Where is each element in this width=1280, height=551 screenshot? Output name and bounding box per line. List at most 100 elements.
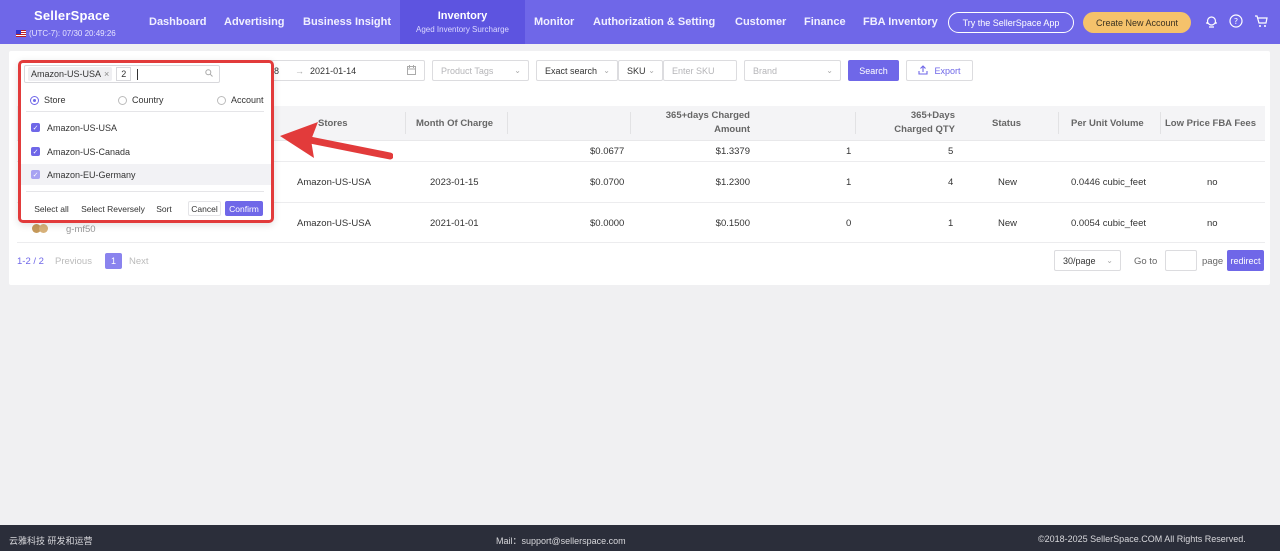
radio-dot [30, 95, 39, 105]
footer-mail[interactable]: Mail：support@sellerspace.com [496, 534, 626, 547]
summary-qty: 5 [948, 146, 954, 157]
sku-input[interactable]: Enter SKU [663, 60, 737, 81]
search-mode-select[interactable]: Exact search ⌄ [536, 60, 618, 81]
row2-amount: $0.1500 [715, 218, 750, 229]
product-tags-placeholder: Product Tags [441, 65, 494, 76]
row2-sku[interactable]: g-mf50 [66, 224, 96, 235]
store-option[interactable]: ✓ Amazon-US-USA [21, 117, 271, 138]
try-app-button[interactable]: Try the SellerSpace App [948, 12, 1074, 33]
date-end: 2021-01-14 [310, 65, 357, 76]
select-all-button[interactable]: Select all [29, 201, 74, 216]
nav-advertising[interactable]: Advertising [224, 0, 285, 44]
row1-rate: $0.0700 [590, 177, 625, 188]
nav-customer[interactable]: Customer [735, 0, 786, 44]
radio-store[interactable]: Store [30, 95, 66, 105]
checkbox-checked-icon[interactable]: ✓ [31, 170, 40, 179]
store-option-label: Amazon-US-Canada [47, 146, 131, 157]
summary-rate: $0.0677 [590, 146, 625, 157]
goto-label: Go to [1134, 256, 1158, 267]
nav-authorization-setting[interactable]: Authorization & Setting [593, 0, 715, 44]
store-option-label: Amazon-US-USA [47, 122, 118, 133]
header-separator [855, 112, 856, 134]
text-cursor [137, 68, 139, 80]
page-size-value: 30/page [1063, 255, 1096, 266]
pagination-next[interactable]: Next [129, 256, 149, 267]
nav-finance[interactable]: Finance [804, 0, 846, 44]
divider [26, 111, 264, 112]
timezone-display: (UTC-7): 07/30 20:49:26 [16, 29, 116, 38]
nav-inventory-sub: Aged Inventory Surcharge [416, 25, 509, 34]
header-separator [1160, 112, 1161, 134]
selected-store-tag: Amazon-US-USA × [28, 67, 113, 81]
row1-low-price: no [1207, 177, 1218, 188]
row1-amount: $1.2300 [715, 177, 750, 188]
radio-country[interactable]: Country [118, 95, 164, 105]
store-option[interactable]: ✓ Amazon-US-Canada [21, 141, 271, 162]
row2-volume: 0.0054 cubic_feet [1071, 218, 1147, 229]
checkbox-checked-icon[interactable]: ✓ [31, 147, 40, 156]
svg-text:?: ? [1234, 17, 1238, 26]
date-separator: → [295, 65, 305, 76]
nav-monitor[interactable]: Monitor [534, 0, 574, 44]
search-button[interactable]: Search [848, 60, 899, 81]
row2-rate: $0.0000 [590, 218, 625, 229]
pagination-page-1[interactable]: 1 [105, 253, 122, 269]
footer-copyright: ©2018-2025 SellerSpace.COM All Rights Re… [1038, 534, 1246, 544]
nav-dashboard[interactable]: Dashboard [149, 0, 206, 44]
radio-account[interactable]: Account [217, 95, 264, 105]
calendar-icon [407, 65, 416, 77]
nav-business-insight[interactable]: Business Insight [303, 0, 391, 44]
pagination-previous[interactable]: Previous [55, 256, 92, 267]
confirm-button[interactable]: Confirm [225, 201, 263, 216]
checkbox-checked-icon[interactable]: ✓ [31, 123, 40, 132]
cancel-button[interactable]: Cancel [188, 201, 221, 216]
row-divider [17, 242, 1265, 243]
support-icon[interactable] [1204, 14, 1218, 28]
nav-inventory[interactable]: Inventory Aged Inventory Surcharge [400, 0, 525, 44]
page-size-select[interactable]: 30/page ⌄ [1054, 250, 1121, 271]
sort-button[interactable]: Sort [152, 201, 176, 216]
select-reversely-button[interactable]: Select Reversely [78, 201, 148, 216]
sku-placeholder: Enter SKU [672, 65, 715, 76]
header-low-price-fba-fees[interactable]: Low Price FBA Fees [1165, 118, 1256, 129]
row1-status: New [998, 177, 1018, 188]
header-charged-amount-line2: Amount [714, 124, 750, 135]
radio-dot [217, 95, 226, 105]
brand-select[interactable]: Brand ⌄ [744, 60, 841, 81]
redirect-button[interactable]: redirect [1227, 250, 1264, 271]
create-account-button[interactable]: Create New Account [1083, 12, 1191, 33]
row1-count: 1 [846, 177, 852, 188]
brand-placeholder: Brand [753, 65, 778, 76]
row1-month: 2023-01-15 [430, 177, 479, 188]
product-tags-select[interactable]: Product Tags ⌄ [432, 60, 529, 81]
row1-store: Amazon-US-USA [297, 177, 371, 188]
header-status[interactable]: Status [992, 118, 1021, 129]
app-logo[interactable]: SellerSpace [34, 8, 110, 23]
pagination-range: 1-2 / 2 [17, 256, 44, 267]
chevron-down-icon: ⌄ [1106, 256, 1113, 265]
timezone-text: (UTC-7): 07/30 20:49:26 [29, 29, 116, 38]
extra-count-tag: 2 [116, 67, 132, 81]
help-icon[interactable]: ? [1229, 14, 1243, 28]
cart-icon[interactable] [1254, 14, 1268, 28]
search-field-select[interactable]: SKU ⌄ [618, 60, 663, 81]
chevron-down-icon: ⌄ [648, 66, 655, 75]
radio-dot [118, 95, 127, 105]
store-selector-dropdown: Amazon-US-USA × 2 Store Country Account … [18, 60, 274, 223]
page-label: page [1202, 256, 1224, 267]
nav-fba-inventory[interactable]: FBA Inventory [863, 0, 938, 44]
header-separator [1058, 112, 1059, 134]
close-icon[interactable]: × [104, 69, 109, 79]
header-month-of-charge[interactable]: Month Of Charge [416, 118, 493, 129]
export-button[interactable]: Export [906, 60, 973, 81]
header-per-unit-volume[interactable]: Per Unit Volume [1071, 118, 1144, 129]
goto-page-input[interactable] [1165, 250, 1197, 271]
header-charged-qty-line1[interactable]: 365+Days [860, 110, 955, 121]
selected-store-label: Amazon-US-USA [31, 69, 102, 79]
export-icon [918, 64, 929, 77]
store-option[interactable]: ✓ Amazon-EU-Germany [21, 164, 271, 185]
store-tag-input[interactable]: Amazon-US-USA × 2 [24, 65, 220, 83]
radio-account-label: Account [231, 95, 264, 105]
product-thumbnail[interactable] [32, 224, 50, 234]
header-charged-amount-line1[interactable]: 365+days Charged [630, 110, 750, 121]
